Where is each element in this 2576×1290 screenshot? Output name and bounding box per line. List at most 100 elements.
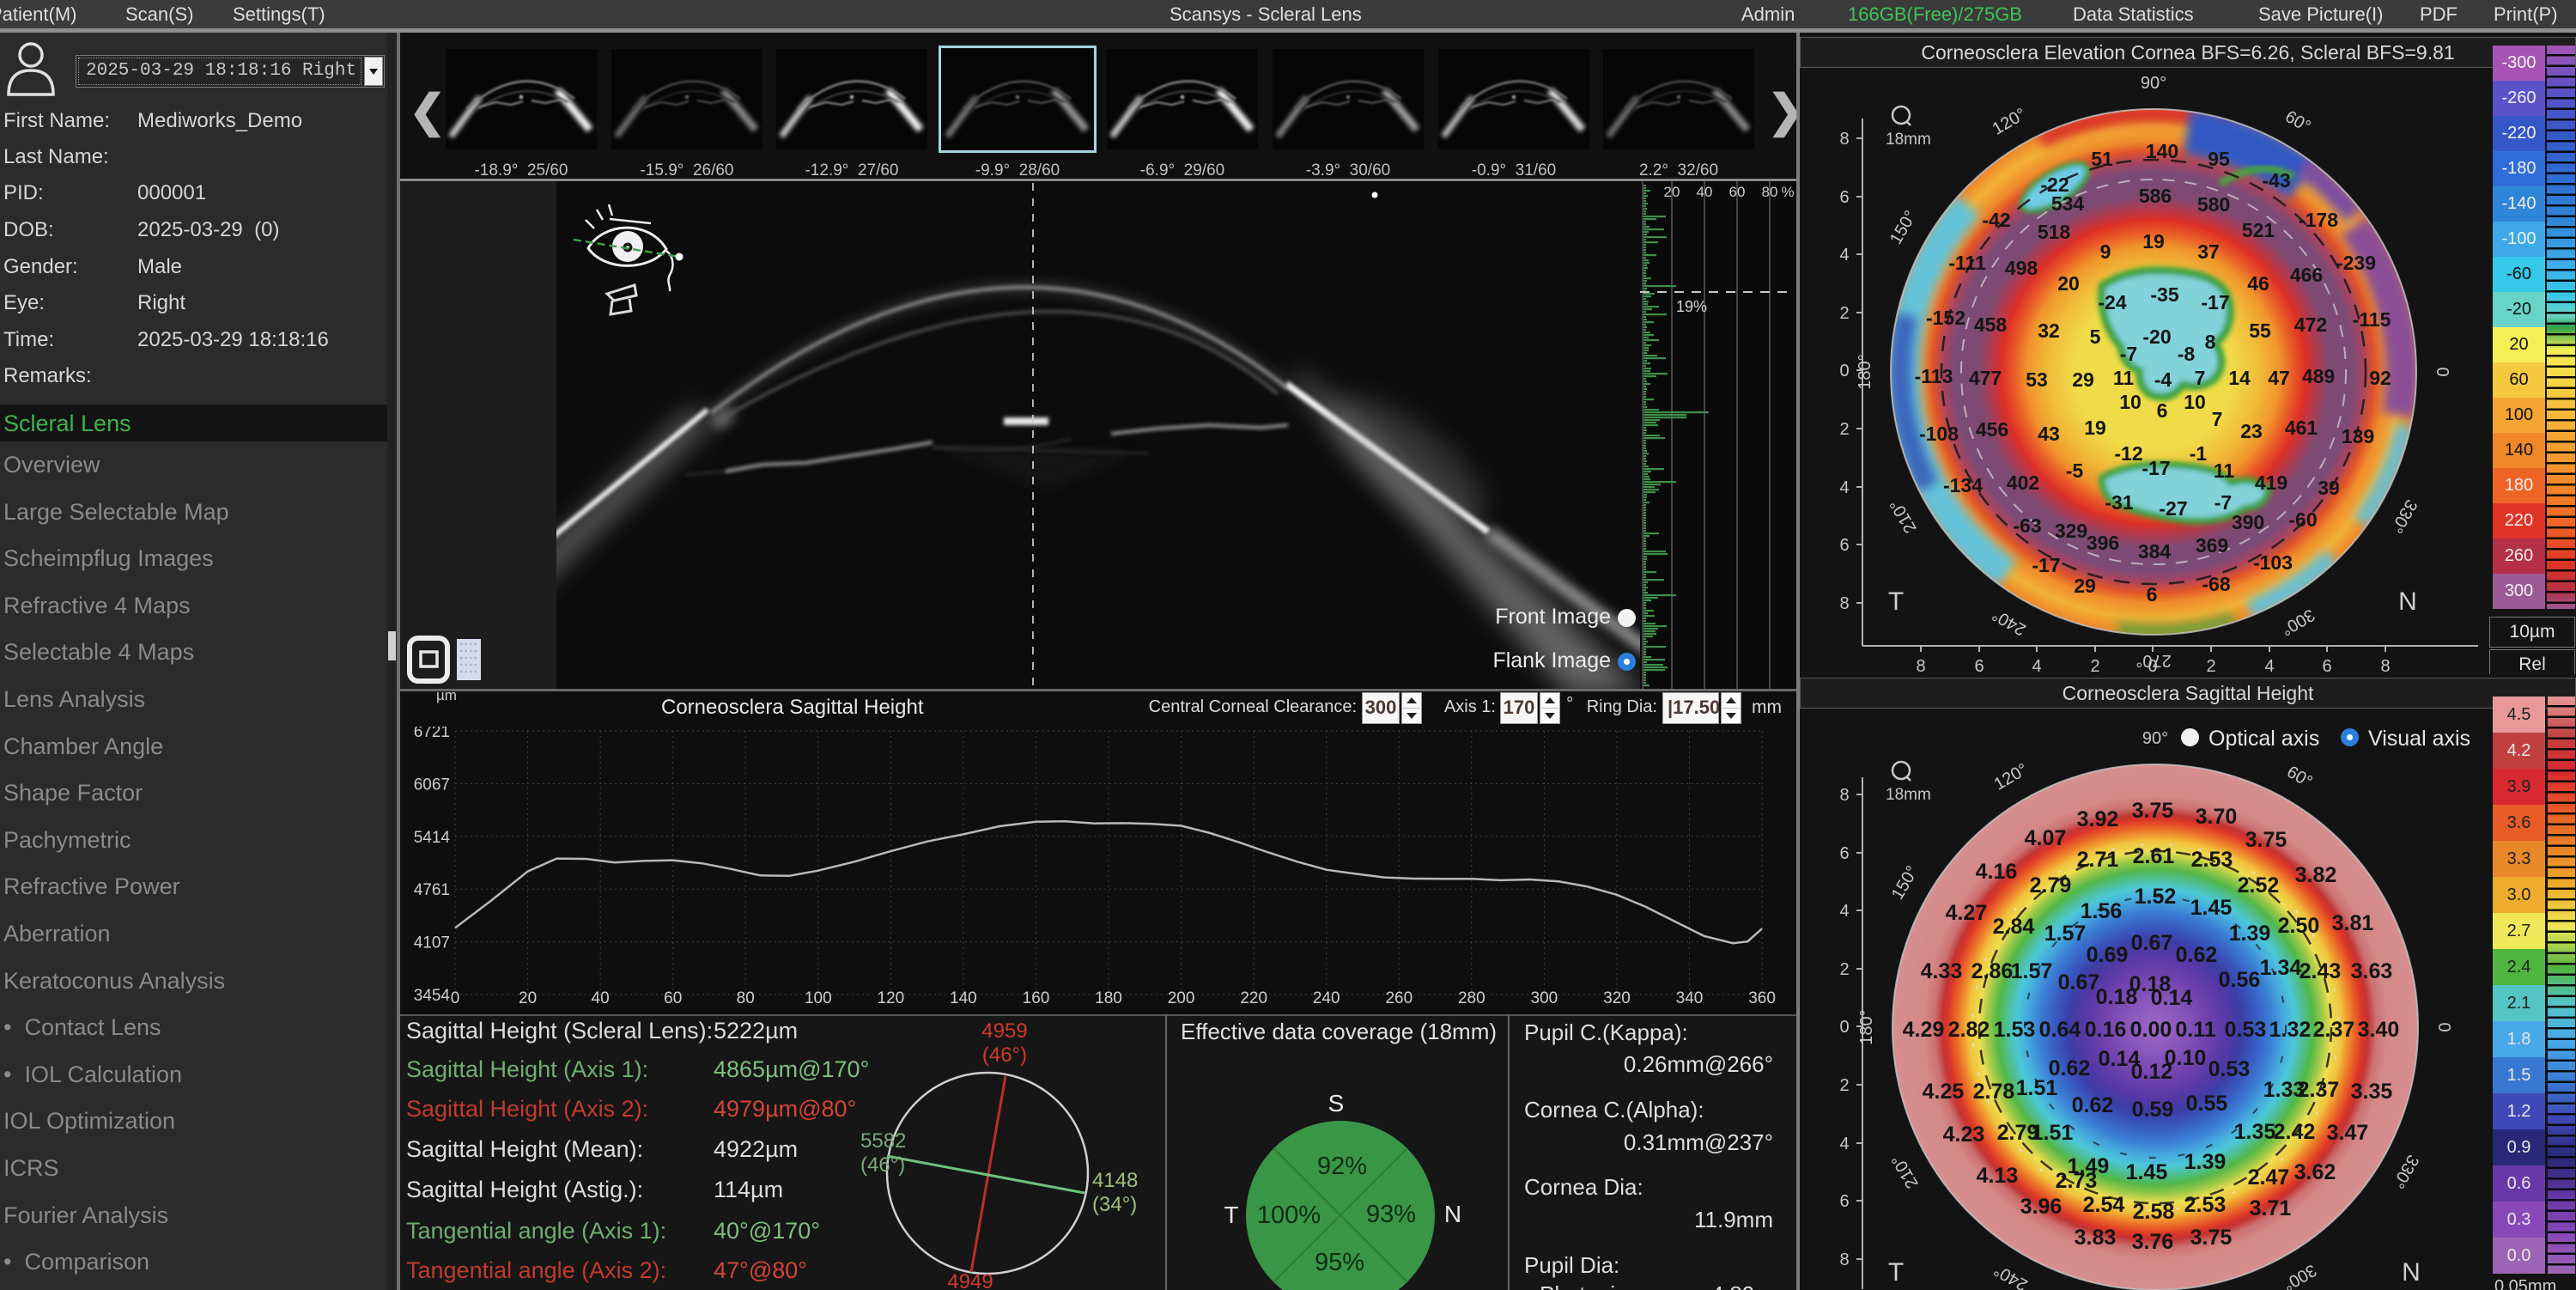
svg-text:39: 39: [2318, 477, 2340, 499]
svg-text:461: 461: [2285, 417, 2318, 439]
svg-text:4.07: 4.07: [2025, 826, 2067, 850]
svg-text:180°: 180°: [1857, 1009, 1876, 1044]
svg-text:1.45: 1.45: [2126, 1160, 2168, 1184]
svg-text:(46°): (46°): [982, 1044, 1027, 1067]
svg-text:-17: -17: [2142, 457, 2170, 479]
svg-text:1.57: 1.57: [2044, 922, 2087, 946]
svg-text:4.13: 4.13: [1977, 1164, 2019, 1188]
svg-text:T: T: [1888, 1258, 1904, 1287]
svg-text:4: 4: [2264, 657, 2274, 674]
svg-text:3.40: 3.40: [2358, 1018, 2400, 1042]
svg-text:0.56: 0.56: [2219, 968, 2261, 992]
svg-text:320: 320: [1603, 989, 1631, 1007]
svg-text:93%: 93%: [1366, 1201, 1416, 1228]
svg-text:0.11: 0.11: [2175, 1018, 2215, 1042]
svg-text:419: 419: [2255, 472, 2287, 494]
svg-text:180°: 180°: [1856, 354, 1874, 389]
svg-text:-68: -68: [2202, 573, 2230, 595]
svg-text:-42: -42: [1982, 209, 2010, 231]
svg-text:3.92: 3.92: [2077, 807, 2119, 831]
svg-text:2.71: 2.71: [2077, 848, 2119, 872]
svg-text:0: 0: [451, 989, 460, 1007]
svg-text:-60: -60: [2288, 508, 2317, 531]
svg-text:N: N: [1444, 1201, 1461, 1227]
svg-text:1.32: 1.32: [2269, 1018, 2312, 1042]
svg-text:19: 19: [2084, 417, 2106, 439]
svg-text:2: 2: [1839, 304, 1849, 323]
svg-text:-8: -8: [2178, 343, 2196, 365]
svg-text:40: 40: [1697, 184, 1713, 200]
svg-text:2: 2: [1839, 960, 1849, 979]
svg-text:(46°): (46°): [860, 1153, 905, 1177]
svg-text:2.78: 2.78: [1973, 1080, 2015, 1104]
svg-text:2.43: 2.43: [2300, 959, 2342, 983]
svg-text:20: 20: [519, 989, 537, 1007]
svg-text:2: 2: [1839, 1076, 1849, 1095]
svg-text:1.34: 1.34: [2260, 956, 2302, 980]
svg-text:2.37: 2.37: [2298, 1078, 2340, 1102]
svg-text:47: 47: [2268, 367, 2290, 389]
svg-text:240°: 240°: [1990, 605, 2030, 639]
svg-text:19%: 19%: [1676, 298, 1707, 315]
svg-text:92%: 92%: [1317, 1153, 1367, 1180]
svg-text:2.53: 2.53: [2191, 848, 2233, 872]
svg-text:402: 402: [2007, 472, 2039, 494]
svg-text:4: 4: [1839, 246, 1849, 265]
svg-text:120°: 120°: [1990, 105, 2030, 139]
svg-text:0.14: 0.14: [2151, 986, 2193, 1010]
svg-text:0: 0: [1839, 362, 1849, 380]
svg-text:-24: -24: [2098, 291, 2126, 313]
svg-text:-4: -4: [2154, 368, 2172, 391]
svg-text:0.62: 0.62: [2176, 943, 2218, 967]
svg-text:0.18: 0.18: [2096, 985, 2138, 1009]
svg-text:360: 360: [1748, 989, 1776, 1007]
svg-text:0.64: 0.64: [2039, 1018, 2081, 1042]
svg-text:139: 139: [2342, 425, 2374, 447]
svg-text:3.35: 3.35: [2351, 1080, 2393, 1104]
svg-text:-17: -17: [2201, 291, 2229, 313]
svg-text:498: 498: [2005, 257, 2038, 279]
svg-text:4148: 4148: [1092, 1169, 1138, 1192]
svg-text:95%: 95%: [1315, 1249, 1364, 1276]
svg-text:0.55: 0.55: [2186, 1092, 2228, 1116]
svg-text:N: N: [2398, 587, 2417, 616]
svg-text:3.82: 3.82: [2295, 863, 2337, 887]
svg-text:210°: 210°: [1886, 496, 1921, 537]
svg-text:8: 8: [2205, 331, 2216, 353]
svg-text:9: 9: [2100, 240, 2111, 263]
svg-text:300: 300: [1531, 989, 1558, 1007]
svg-text:-20: -20: [2142, 326, 2171, 348]
svg-text:3454: 3454: [414, 987, 451, 1005]
svg-text:3.70: 3.70: [2196, 805, 2238, 829]
svg-text:10: 10: [2119, 391, 2142, 413]
svg-text:534: 534: [2051, 192, 2085, 215]
svg-text:0.67: 0.67: [2058, 971, 2100, 995]
svg-text:3.71: 3.71: [2250, 1196, 2292, 1220]
svg-text:8: 8: [1916, 657, 1925, 674]
svg-text:6: 6: [1839, 188, 1849, 207]
svg-text:T: T: [1888, 587, 1904, 616]
svg-text:18mm: 18mm: [1886, 131, 1931, 149]
svg-text:3.62: 3.62: [2294, 1160, 2336, 1184]
svg-text:0: 0: [1839, 1018, 1849, 1037]
svg-text:0.12: 0.12: [2131, 1060, 2173, 1084]
svg-text:6: 6: [1839, 1192, 1849, 1211]
svg-text:4107: 4107: [414, 934, 450, 952]
svg-text:80: 80: [737, 989, 755, 1007]
svg-text:-43: -43: [2262, 169, 2290, 192]
svg-text:29: 29: [2074, 575, 2096, 597]
svg-text:-115: -115: [2353, 308, 2391, 331]
svg-text:1.56: 1.56: [2081, 899, 2123, 923]
svg-text:120°: 120°: [1991, 760, 2032, 794]
svg-text:8: 8: [1839, 1250, 1849, 1269]
svg-text:-113: -113: [1915, 365, 1953, 387]
svg-text:240: 240: [1313, 989, 1340, 1007]
svg-text:-1: -1: [2190, 442, 2208, 465]
svg-text:458: 458: [1974, 313, 2008, 336]
svg-text:1.45: 1.45: [2190, 896, 2233, 920]
svg-text:220: 220: [1240, 989, 1267, 1007]
svg-text:2.47: 2.47: [2248, 1165, 2290, 1190]
svg-text:43: 43: [2038, 423, 2060, 445]
svg-text:-239: -239: [2336, 252, 2376, 274]
svg-text:0: 0: [2433, 367, 2451, 376]
